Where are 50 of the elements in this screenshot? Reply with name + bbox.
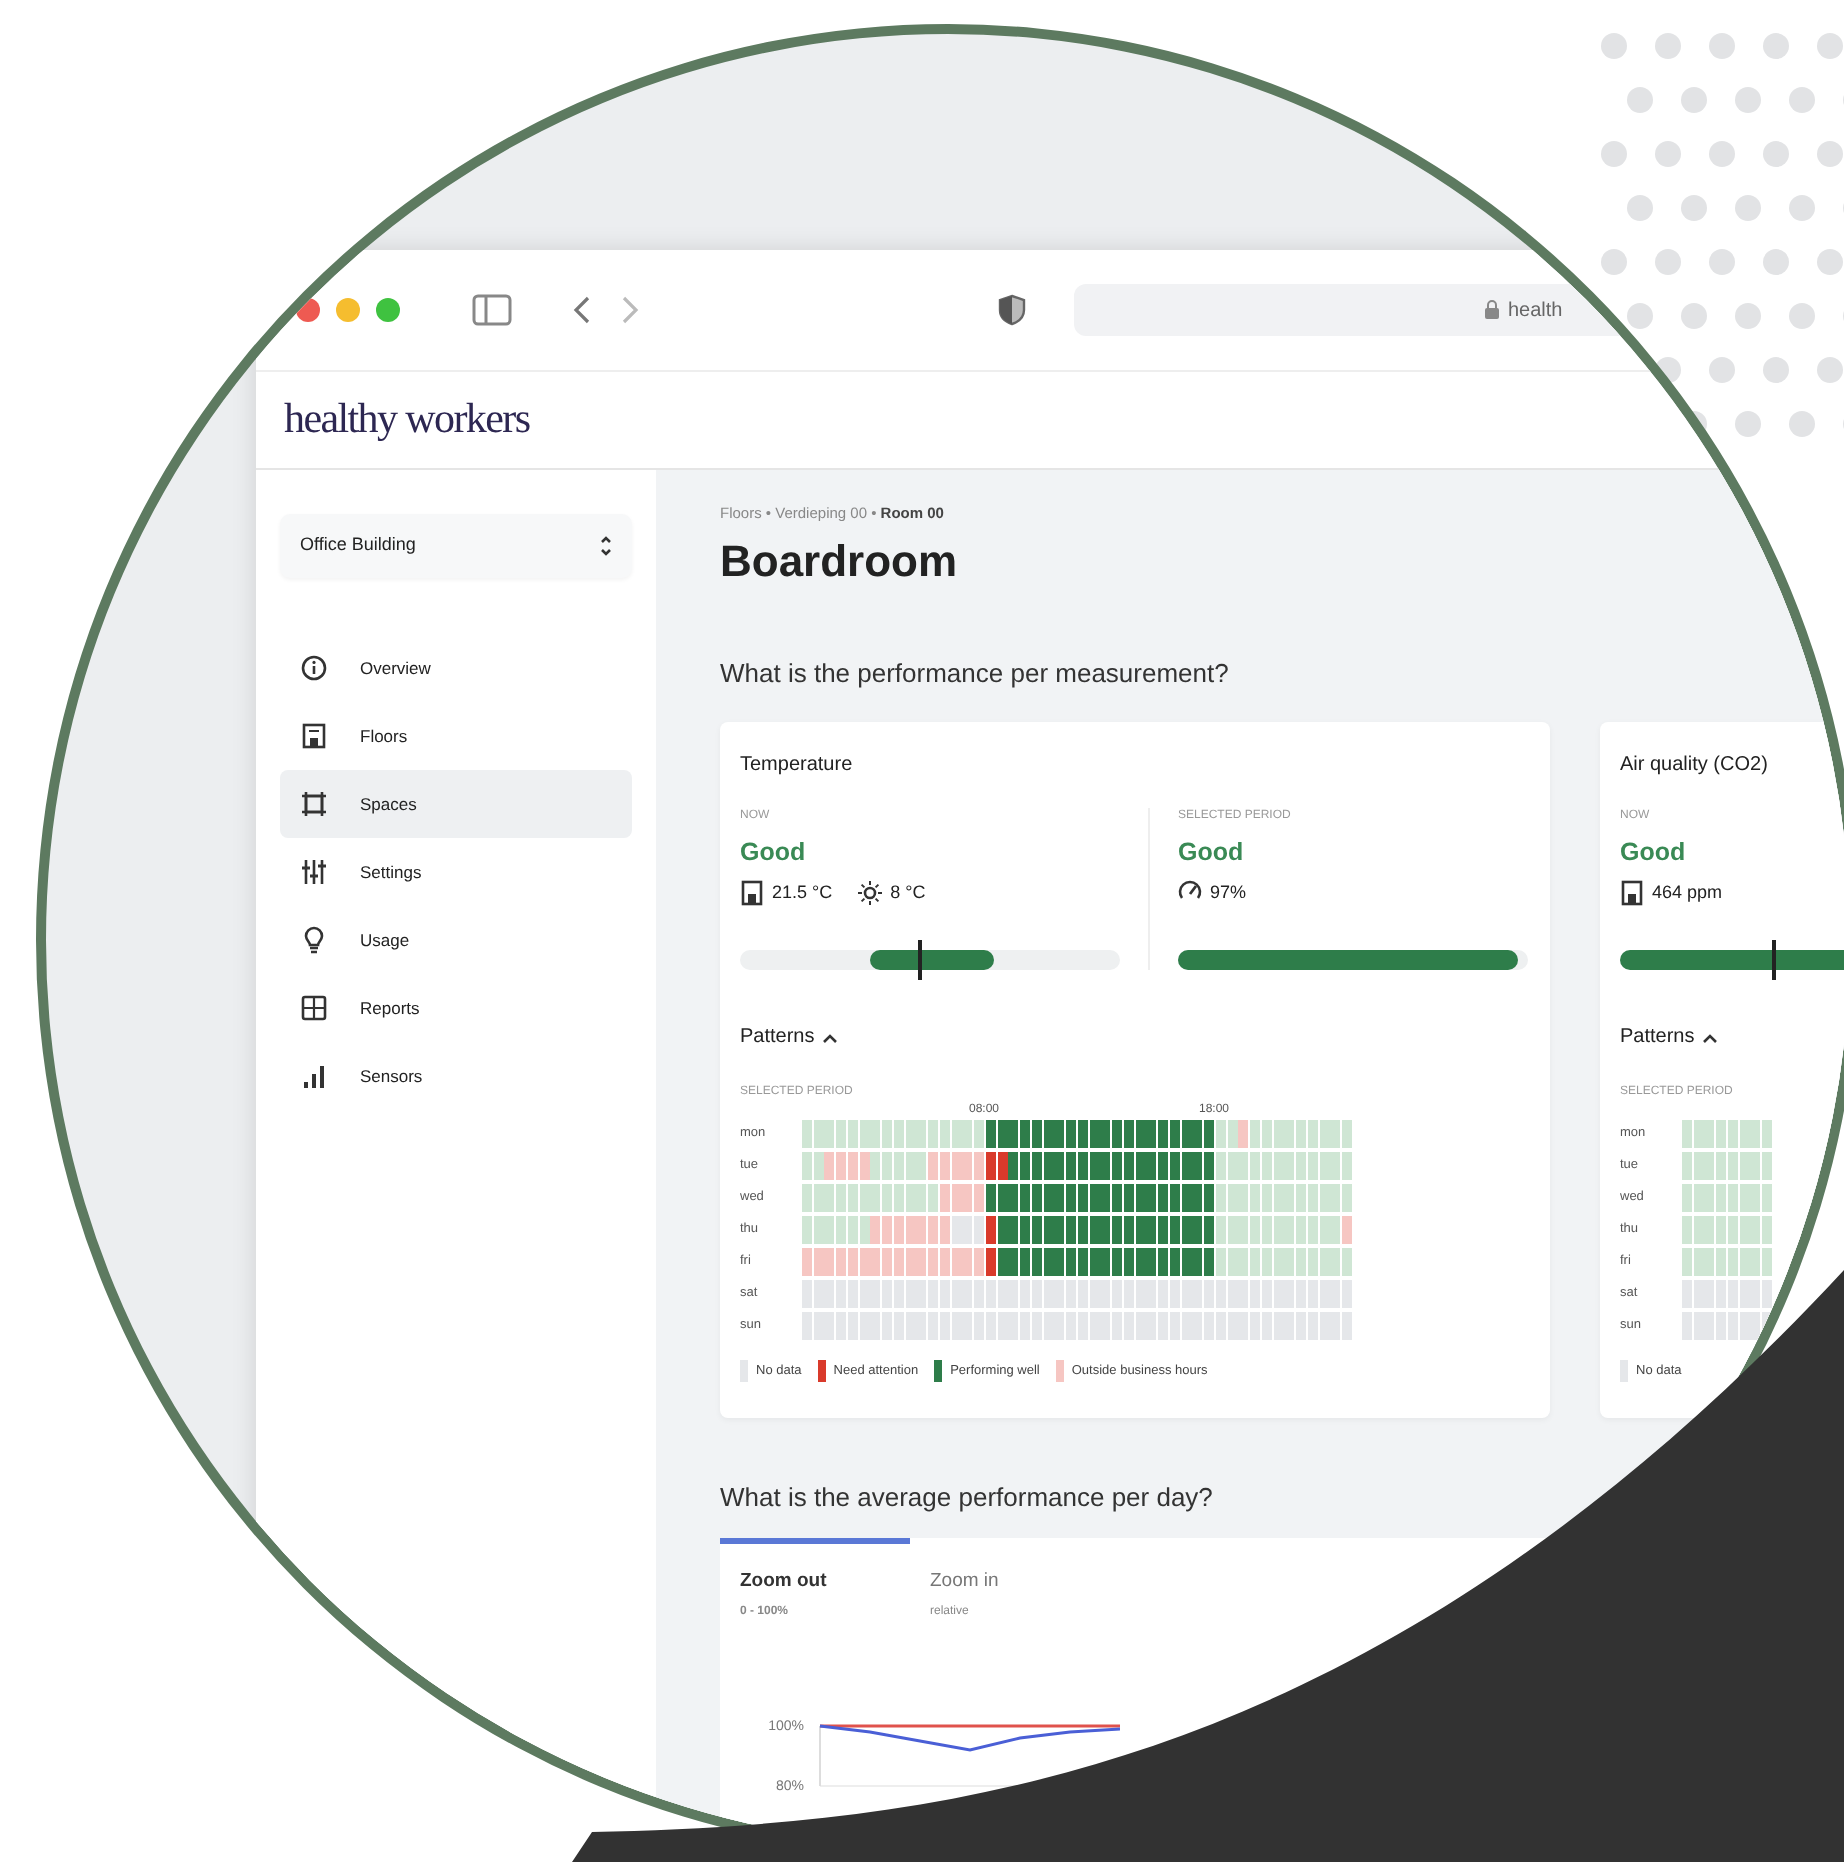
- sidebar-item[interactable]: Floors: [280, 702, 632, 770]
- status-text: Good: [1178, 835, 1246, 870]
- status-text: Good: [1620, 835, 1688, 870]
- caret-icon: [822, 1031, 839, 1043]
- reading-value: 8 °C: [890, 879, 926, 905]
- legend-swatch: [934, 1360, 943, 1382]
- sidebar-item[interactable]: Usage: [280, 906, 632, 974]
- tab-label: Zoom in: [930, 1567, 1001, 1595]
- app-logo[interactable]: healthy workers: [284, 388, 530, 452]
- legend-swatch: [817, 1360, 826, 1382]
- info-icon: [300, 654, 328, 682]
- sidebar-item[interactable]: Overview: [280, 634, 632, 702]
- building-select[interactable]: Office Building: [280, 514, 632, 578]
- gauge-band: [869, 950, 995, 970]
- frame-icon: [300, 790, 328, 818]
- close-icon[interactable]: [296, 298, 320, 322]
- caret-icon: [1702, 1031, 1719, 1043]
- reading-value: 21.5 °C: [772, 879, 833, 905]
- tab-label: Zoom out: [740, 1567, 829, 1595]
- sidebar-item[interactable]: Settings: [280, 838, 632, 906]
- lightbulb-icon: [300, 926, 328, 954]
- status-text: Good: [740, 835, 808, 870]
- patterns-toggle[interactable]: Patterns: [1620, 1022, 1844, 1052]
- dashboard-icon: [300, 994, 328, 1022]
- sidebar-item[interactable]: Spaces: [280, 770, 632, 838]
- building-icon: [1620, 879, 1644, 906]
- card-title: Air quality (CO2): [1620, 751, 1770, 780]
- legend-swatch: [1055, 1360, 1064, 1382]
- section-heading: What is the average performance per day?: [720, 1480, 1215, 1516]
- sun-icon: [858, 879, 883, 906]
- reading-value: 97%: [1210, 879, 1247, 905]
- back-icon[interactable]: [572, 294, 592, 326]
- sliders-icon: [300, 858, 328, 886]
- maximize-icon[interactable]: [376, 298, 400, 322]
- bar-chart-icon: [300, 1062, 328, 1090]
- lock-icon: [1484, 300, 1500, 320]
- building-icon: [740, 879, 764, 906]
- building-icon: [300, 722, 328, 750]
- url-text: health: [1508, 297, 1563, 325]
- sidebar-toggle-icon[interactable]: [472, 294, 512, 326]
- forward-icon[interactable]: [620, 294, 640, 326]
- shield-icon[interactable]: [998, 294, 1026, 326]
- reading-value: 464 ppm: [1652, 879, 1723, 906]
- patterns-toggle[interactable]: Patterns: [740, 1022, 1530, 1052]
- section-heading: What is the performance per measurement?: [720, 656, 1231, 693]
- sidebar-item[interactable]: Reports: [280, 974, 632, 1042]
- page-title: Boardroom: [720, 534, 960, 591]
- sidebar-item[interactable]: Sensors: [280, 1042, 632, 1110]
- card-title: Temperature: [740, 751, 855, 780]
- up-down-icon: [600, 534, 612, 558]
